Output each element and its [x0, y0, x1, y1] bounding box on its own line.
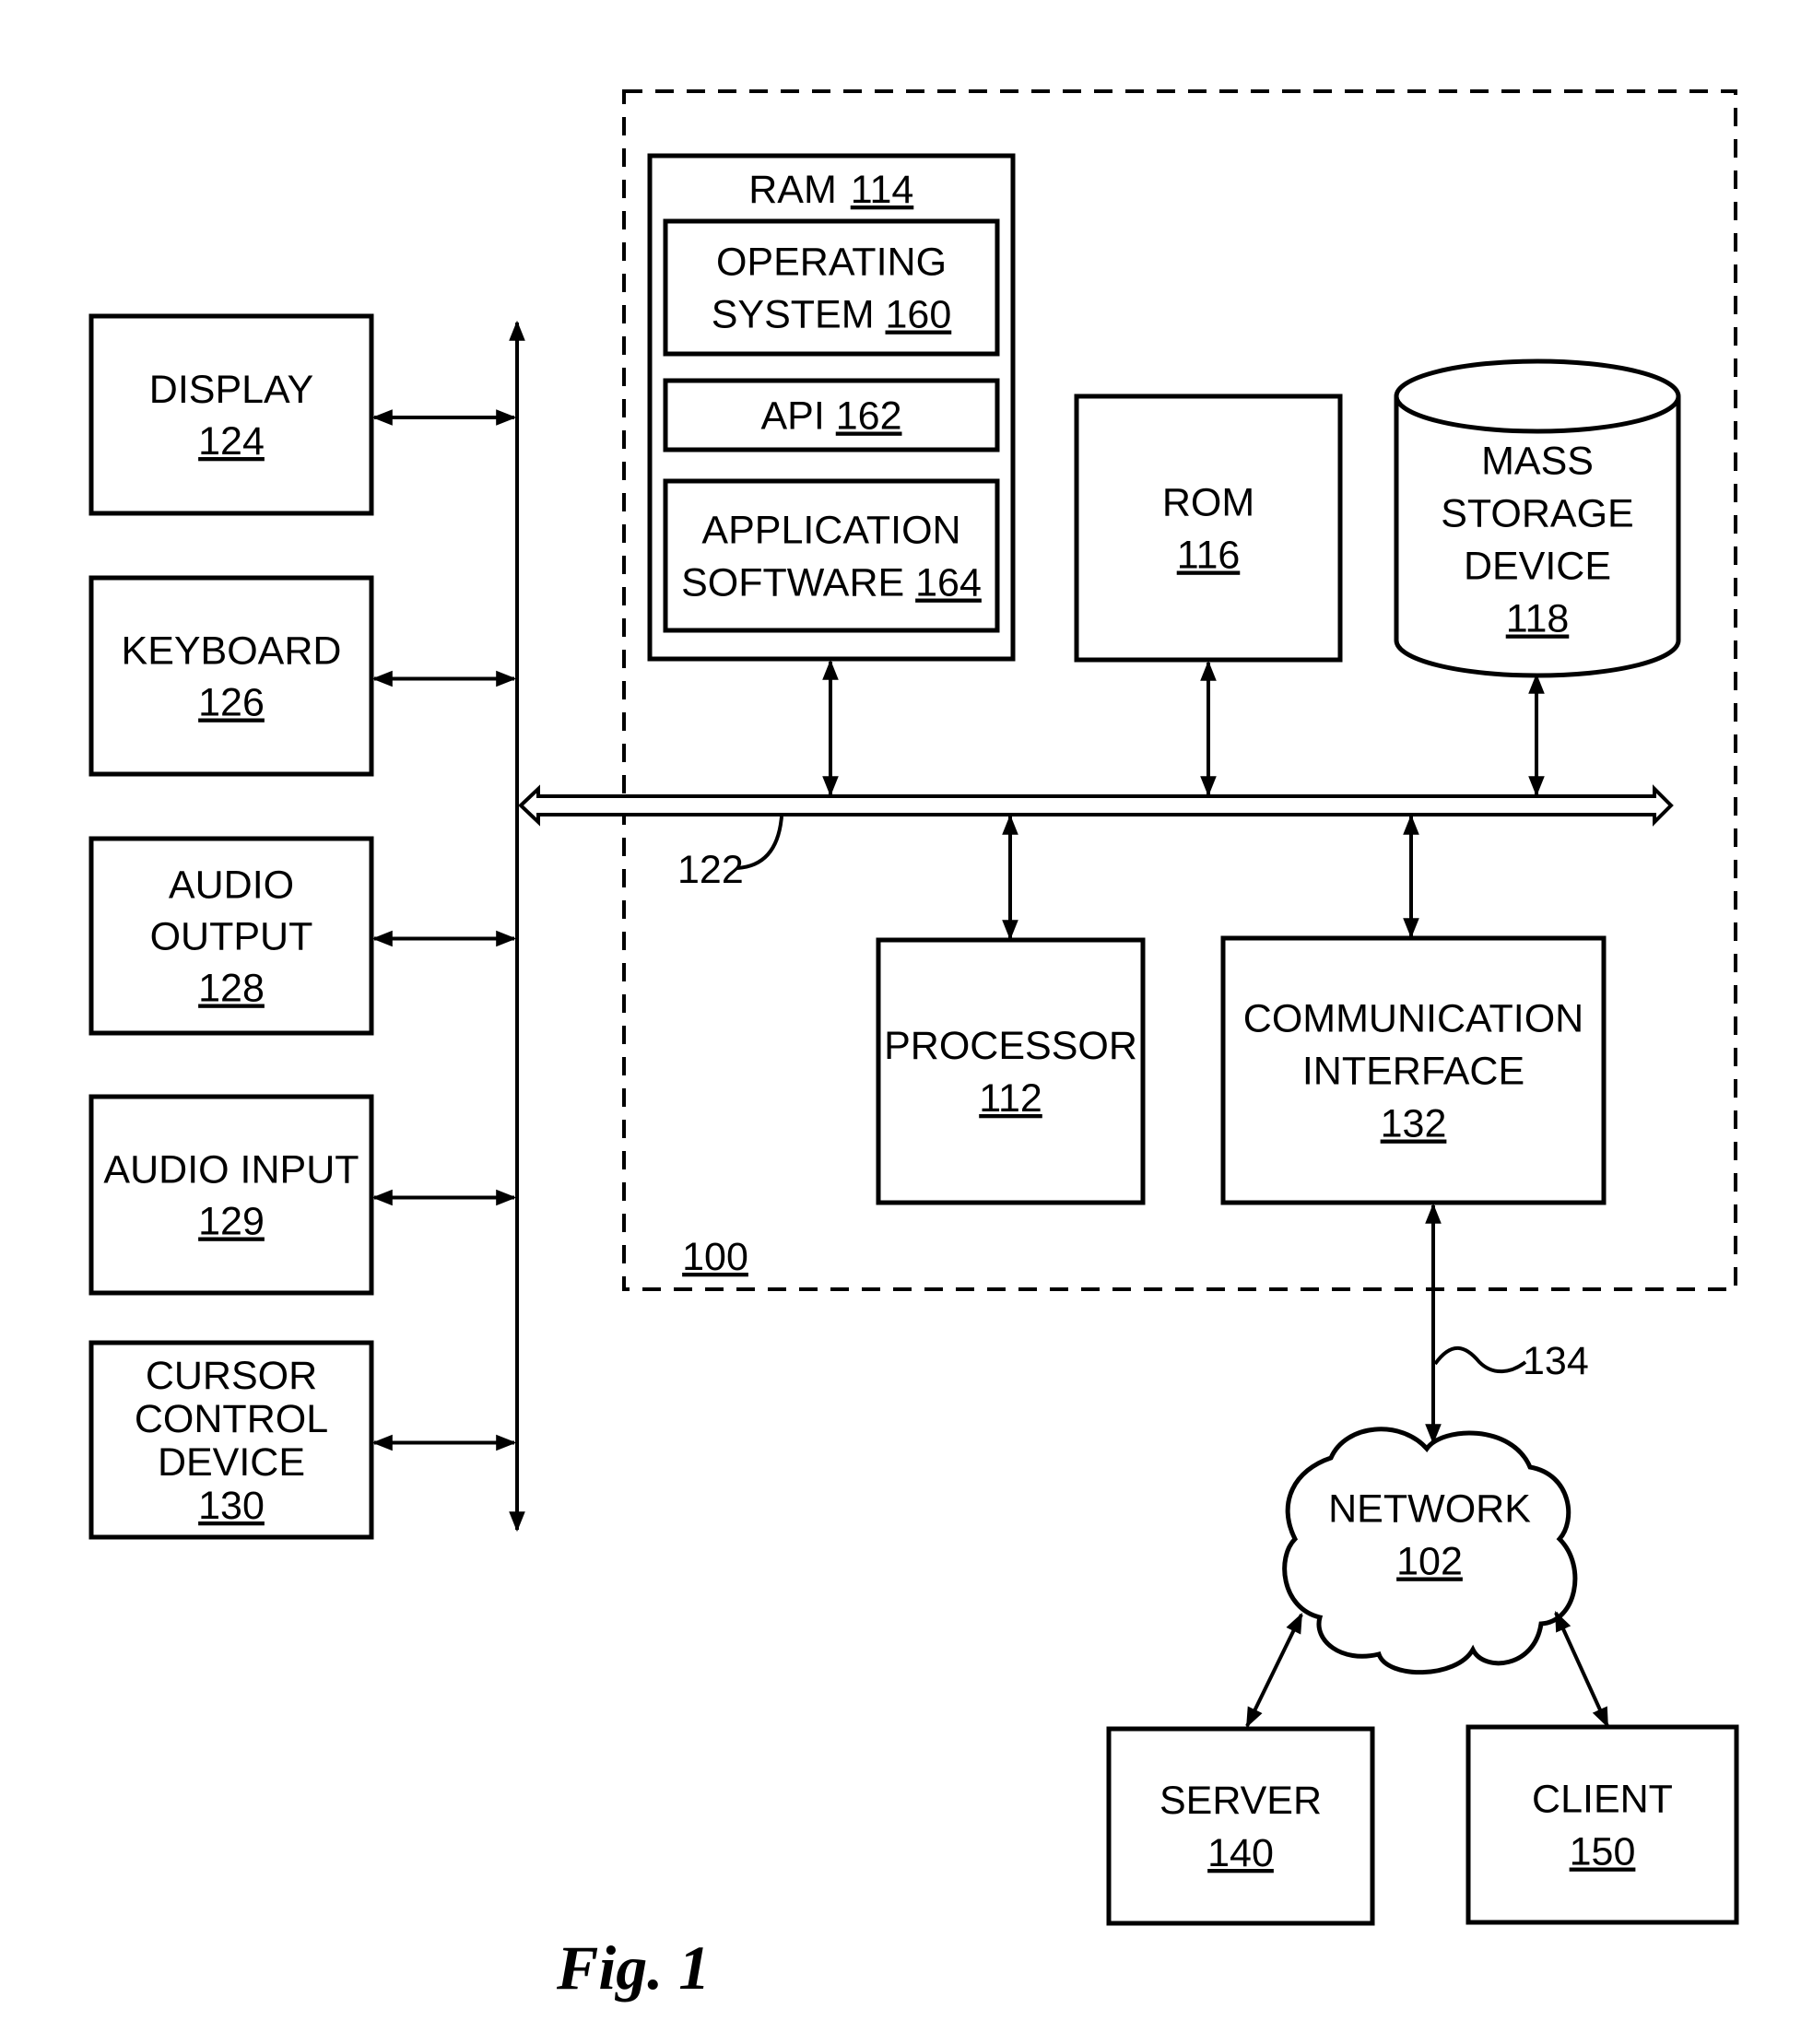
block-frame: [88, 1094, 374, 1296]
block-label: SYSTEM 160: [712, 293, 952, 337]
link-ref: 134: [1523, 1339, 1589, 1383]
ram-api[interactable]: API 162: [663, 378, 1000, 452]
block-label: SERVER: [1159, 1779, 1322, 1823]
block-label: COMMUNICATION: [1243, 997, 1583, 1041]
block-label: STORAGE: [1441, 492, 1633, 536]
block-label: AUDIO: [169, 863, 294, 908]
block-ref: 116: [1177, 534, 1241, 578]
block-label: ROM: [1162, 481, 1254, 525]
server-block[interactable]: SERVER 140: [1106, 1726, 1375, 1926]
block-frame: [663, 478, 1000, 633]
block-label: OPERATING: [716, 241, 947, 285]
block-ref: 102: [1396, 1540, 1463, 1584]
ram-label: RAM: [748, 168, 837, 212]
block-frame: [88, 575, 374, 777]
block-ref: 124: [198, 419, 265, 464]
mass-storage-block[interactable]: MASS STORAGE DEVICE 118: [1394, 358, 1681, 678]
block-label: APPLICATION: [701, 509, 960, 553]
block-label: AUDIO INPUT: [103, 1148, 359, 1192]
block-label: CONTROL: [135, 1397, 328, 1441]
block-ref: 128: [198, 967, 265, 1011]
peripheral-cursor-control-device[interactable]: CURSORCONTROLDEVICE130: [88, 1340, 517, 1540]
peripheral-audio-input[interactable]: AUDIO INPUT 129: [88, 1094, 517, 1296]
block-ref: 126: [198, 681, 265, 725]
peripheral-group: DISPLAY124KEYBOARD126AUDIOOUTPUT128AUDIO…: [88, 313, 517, 1540]
network-cloud[interactable]: NETWORK 102: [1282, 1427, 1578, 1675]
block-label: MASS: [1481, 440, 1594, 484]
ram-children: OPERATING SYSTEM 160 API 162 APPLICATION SOF…: [663, 218, 1000, 633]
peripheral-display[interactable]: DISPLAY 124: [88, 313, 517, 516]
system-bus-outline: [518, 784, 1674, 827]
block-ref: 160: [886, 293, 952, 337]
block-label: CLIENT: [1532, 1778, 1673, 1822]
ram-application-software[interactable]: APPLICATION SOFTWARE 164: [663, 478, 1000, 633]
block-ref: 140: [1207, 1831, 1274, 1875]
client-block[interactable]: CLIENT 150: [1466, 1724, 1739, 1925]
bus-ref-leader: [736, 816, 783, 870]
block-label: OUTPUT: [150, 915, 313, 959]
block-ref: 112: [979, 1076, 1042, 1121]
ram-ref: 114: [851, 168, 914, 212]
server-network-link: [1245, 1613, 1303, 1728]
block-label: PROCESSOR: [884, 1024, 1137, 1068]
figure-caption: Fig. 1: [556, 1932, 710, 2003]
block-ref: 164: [915, 561, 982, 605]
block-label: INTERFACE: [1302, 1050, 1524, 1094]
block-frame: [88, 313, 374, 516]
system-ref: 100: [682, 1235, 748, 1279]
communication-interface-block[interactable]: COMMUNICATION INTERFACE 132: [1220, 935, 1607, 1205]
block-frame: [1106, 1726, 1375, 1926]
block-ref: 150: [1570, 1830, 1636, 1874]
block-label: SOFTWARE 164: [681, 561, 982, 605]
client-network-link: [1554, 1610, 1609, 1729]
peripheral-audio-output[interactable]: AUDIO OUTPUT 128: [88, 836, 517, 1036]
block-label: API 162: [760, 394, 901, 439]
block-frame: [876, 937, 1146, 1205]
block-label: CURSOR: [146, 1354, 317, 1398]
bus-ref: 122: [677, 848, 744, 892]
peripheral-keyboard[interactable]: KEYBOARD 126: [88, 575, 517, 777]
block-ref: 118: [1506, 597, 1570, 641]
processor-block[interactable]: PROCESSOR 112: [876, 937, 1146, 1205]
block-label: NETWORK: [1328, 1487, 1531, 1532]
block-label: DEVICE: [158, 1440, 305, 1485]
block-label: DISPLAY: [149, 368, 313, 412]
block-ref: 130: [198, 1484, 265, 1528]
block-frame: [1466, 1724, 1739, 1925]
computer-system-block-diagram: 100 DISPLAY124KEYBOARD126AUDIOOUTPUT128A…: [88, 89, 1739, 2003]
ram-operating-system[interactable]: OPERATING SYSTEM 160: [663, 218, 1000, 357]
block-frame: [1074, 394, 1343, 663]
cylinder-top: [1394, 358, 1681, 434]
rom-block[interactable]: ROM 116: [1074, 394, 1343, 663]
block-label: KEYBOARD: [122, 629, 342, 674]
block-ref: 162: [836, 394, 902, 439]
block-ref: 129: [198, 1200, 265, 1244]
system-bus: 122: [518, 784, 1674, 892]
block-ref: 132: [1381, 1102, 1447, 1146]
block-label: DEVICE: [1464, 545, 1611, 589]
link-ref-leader: [1433, 1345, 1527, 1374]
